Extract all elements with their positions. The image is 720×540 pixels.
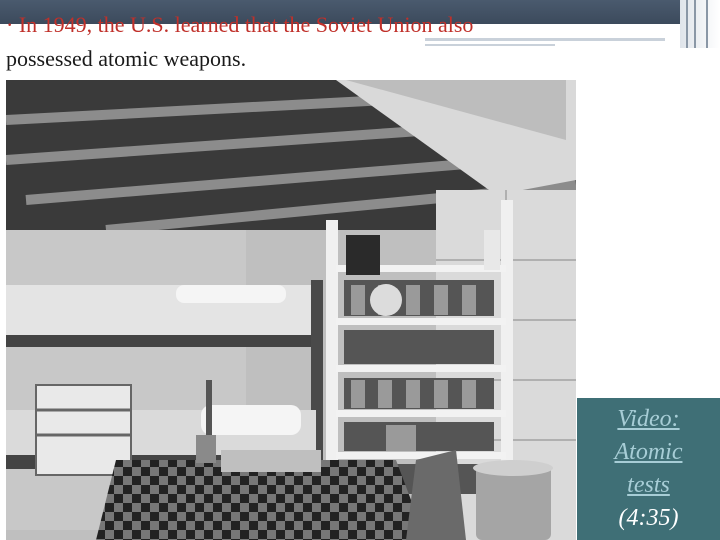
bullet-text: · In 1949, the U.S. learned that the Sov… bbox=[6, 8, 646, 76]
video-link[interactable]: Video: Atomic tests bbox=[577, 403, 720, 502]
corner-decoration bbox=[680, 0, 720, 48]
fallout-shelter-photo-icon bbox=[6, 80, 576, 540]
bullet-lead: · In 1949, the U.S. learned that the Sov… bbox=[6, 12, 474, 37]
video-duration: (4:35) bbox=[618, 505, 679, 531]
video-panel: Video: Atomic tests (4:35) bbox=[577, 398, 720, 540]
bullet-rest: possessed atomic weapons. bbox=[6, 46, 247, 71]
